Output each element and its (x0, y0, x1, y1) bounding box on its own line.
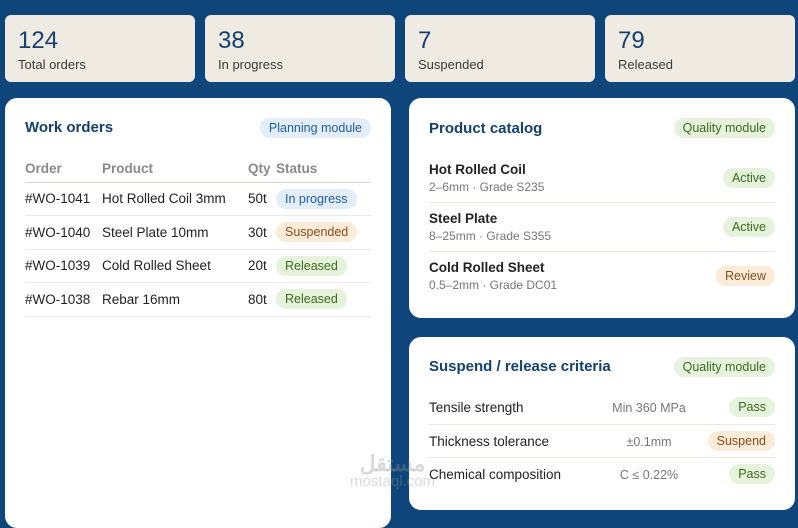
product-name: Steel Plate (429, 211, 498, 226)
stat-value: 7 (418, 27, 432, 54)
status-badge: Active (722, 217, 775, 237)
qty: 50t (248, 182, 276, 216)
stat-total-orders: 124 Total orders (5, 15, 195, 82)
qty: 80t (248, 282, 276, 317)
col-order: Order (25, 156, 102, 183)
stat-label: Released (618, 57, 673, 72)
watermark: مستقل mostaql.com (350, 451, 436, 491)
card-title: Work orders (25, 119, 114, 136)
watermark-latin: mostaql.com (350, 473, 436, 490)
criteria-row: Thickness tolerance ±0.1mm Suspend (429, 425, 775, 458)
table-row[interactable]: #WO-1038 Rebar 16mm 80t Released (25, 282, 371, 317)
result-badge: Suspend (707, 430, 775, 451)
table-row[interactable]: #WO-1040 Steel Plate 10mm 30t Suspended (25, 215, 371, 250)
criterion-name: Thickness tolerance (429, 433, 550, 449)
catalog-item[interactable]: Hot Rolled Coil 2–6mm · Grade S235 Active (429, 154, 775, 203)
col-qty: Qty (248, 156, 276, 183)
module-badge: Quality module (673, 118, 775, 138)
table-row[interactable]: #WO-1041 Hot Rolled Coil 3mm 50t In progres… (25, 182, 371, 216)
status-badge: Released (276, 255, 347, 276)
criterion-value: ±0.1mm (626, 434, 672, 449)
order-id: #WO-1041 (25, 182, 102, 216)
stat-in-progress: 38 In progress (205, 15, 395, 82)
result-badge: Pass (729, 397, 775, 417)
criteria-row: Chemical composition C ≤ 0.22% Pass (429, 458, 775, 492)
product-catalog-card: Product catalog Quality module Hot Rolle… (409, 98, 795, 318)
criterion-name: Tensile strength (429, 400, 524, 415)
stat-suspended: 7 Suspended (405, 15, 595, 82)
product-name: Hot Rolled Coil (429, 162, 526, 177)
status-badge: In progress (276, 188, 357, 209)
module-badge: Quality module (673, 357, 775, 377)
work-orders-card: Work orders Planning module Order Produc… (5, 98, 391, 528)
criterion-name: Chemical composition (429, 467, 562, 482)
stat-label: In progress (218, 57, 284, 72)
card-title: Product catalog (429, 120, 543, 137)
stat-value: 124 (18, 27, 59, 54)
order-id: #WO-1038 (25, 282, 102, 317)
stat-value: 79 (618, 27, 645, 54)
watermark-arabic: مستقل (359, 451, 426, 476)
status-badge: Suspended (276, 222, 358, 243)
stat-label: Suspended (418, 57, 484, 72)
criterion-value: Min 360 MPa (612, 401, 686, 415)
work-orders-table: Order Product Qty Status #WO-1041 Hot Rol… (25, 156, 371, 317)
order-id: #WO-1040 (25, 215, 102, 250)
catalog-item[interactable]: Cold Rolled Sheet 0.5–2mm · Grade DC01 Rev… (429, 252, 775, 301)
product-spec: 0.5–2mm · Grade DC01 (429, 278, 558, 292)
qty: 30t (248, 215, 276, 250)
product: Cold Rolled Sheet (102, 249, 248, 283)
status-badge: Released (276, 289, 347, 310)
product: Steel Plate 10mm (102, 215, 248, 250)
col-product: Product (102, 156, 248, 183)
qty: 20t (248, 249, 276, 283)
module-badge: Planning module (259, 118, 371, 138)
product-spec: 2–6mm · Grade S235 (429, 180, 545, 194)
stat-value: 38 (218, 27, 245, 54)
product: Rebar 16mm (102, 282, 248, 317)
status-badge: Active (722, 168, 775, 188)
product: Hot Rolled Coil 3mm (102, 182, 248, 216)
product-name: Cold Rolled Sheet (429, 260, 545, 275)
order-id: #WO-1039 (25, 249, 102, 283)
stat-label: Total orders (18, 57, 86, 72)
col-status: Status (276, 156, 371, 183)
card-title: Suspend / release criteria (429, 358, 611, 375)
result-badge: Pass (729, 464, 775, 484)
product-spec: 8–25mm · Grade S355 (429, 229, 552, 243)
criteria-card: Suspend / release criteria Quality modul… (409, 337, 795, 510)
criterion-value: C ≤ 0.22% (619, 468, 679, 482)
table-row[interactable]: #WO-1039 Cold Rolled Sheet 20t Released (25, 249, 371, 283)
status-badge: Review (716, 266, 775, 286)
catalog-item[interactable]: Steel Plate 8–25mm · Grade S355 Active (429, 203, 775, 252)
criteria-row: Tensile strength Min 360 MPa Pass (429, 391, 775, 425)
stat-released: 79 Released (605, 15, 795, 82)
